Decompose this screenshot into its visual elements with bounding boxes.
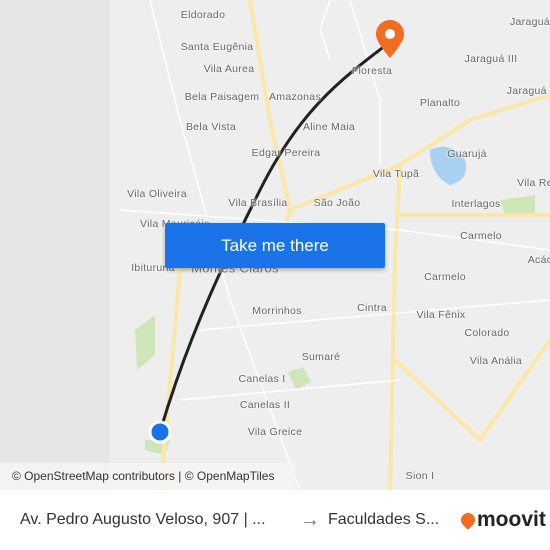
map-label: Bela Paisagem [184, 91, 260, 103]
map-label: Eldorado [180, 9, 226, 21]
map-label: Acác [527, 254, 550, 266]
map-label: Jaraguá III [464, 53, 518, 65]
map-label: São João [313, 197, 361, 209]
moovit-logo[interactable]: moovit [458, 508, 546, 532]
destination-name: Faculdades S... [328, 511, 440, 528]
destination-pin-icon [376, 20, 404, 58]
route-footer: Av. Pedro Augusto Veloso, 907 | ... → Fa… [0, 490, 550, 550]
map-label: Santa Eugênia [180, 41, 254, 53]
map-label: Vila Greice [247, 426, 303, 438]
moovit-pin-icon [458, 510, 478, 530]
map-label: Vila Anália [469, 355, 523, 367]
map-label: Guarujá [447, 148, 487, 160]
map-attribution[interactable]: © OpenStreetMap contributors | © OpenMap… [0, 463, 295, 490]
origin-name: Av. Pedro Augusto Veloso, 907 | ... [20, 511, 266, 528]
map-label: Bela Vista [185, 121, 237, 133]
map-label: Vila Fênix [416, 309, 466, 321]
map-label: Jaraguá [509, 16, 550, 28]
map-label: Sumaré [301, 351, 341, 363]
origin-marker [148, 420, 172, 444]
map-label: Vila Re [517, 177, 550, 189]
map-label: Sion I [405, 470, 435, 482]
brand-name: moovit [477, 508, 546, 531]
map-label: Floresta [351, 65, 393, 77]
map-label: Vila Aurea [203, 63, 255, 75]
map-label: Canelas II [239, 399, 291, 411]
map-label: Canelas I [238, 373, 286, 385]
map[interactable]: Eldorado Santa Eugênia Vila Aurea Bela P… [0, 0, 550, 490]
map-label: Cintra [357, 302, 387, 314]
map-label: Jaraguá I [506, 85, 550, 97]
map-label: Carmelo [424, 271, 466, 283]
map-label: Amazonas [268, 91, 322, 103]
map-label: Carmelo [460, 230, 502, 242]
map-label: Colorado [464, 327, 510, 339]
map-label: Interlagos [451, 198, 501, 210]
map-label: Vila Brasília [228, 197, 288, 209]
map-label: Aline Maia [302, 121, 356, 133]
map-label: Vila Tupã [372, 168, 420, 180]
map-label: Morrinhos [252, 305, 302, 317]
map-label: Edgar Pereira [251, 147, 321, 159]
map-label: Planalto [419, 97, 461, 109]
map-label: Vila Oliveira [127, 188, 187, 200]
arrow-right-icon: → [300, 508, 320, 531]
take-me-there-button[interactable]: Take me there [165, 223, 385, 268]
